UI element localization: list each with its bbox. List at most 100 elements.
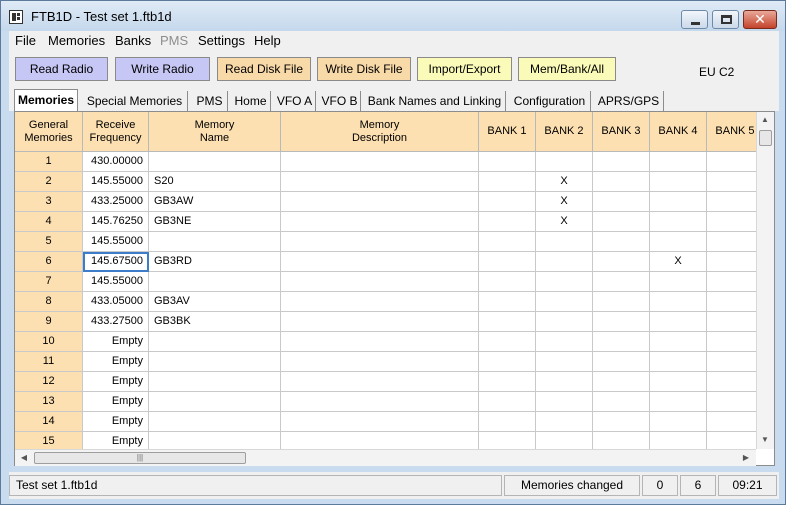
cell-bank-4[interactable]	[650, 372, 707, 392]
cell-bank-5[interactable]	[707, 152, 756, 172]
cell-memory-name[interactable]	[149, 372, 281, 392]
cell-memory-name[interactable]: GB3NE	[149, 212, 281, 232]
cell-bank-4[interactable]	[650, 352, 707, 372]
table-row[interactable]: 2 145.55000 S20 X	[15, 172, 756, 192]
header-bank-4[interactable]: BANK 4	[650, 112, 707, 152]
cell-memory-number[interactable]: 4	[15, 212, 83, 232]
vertical-scroll-thumb[interactable]	[759, 130, 772, 146]
header-memory-name[interactable]: Memory Name	[149, 112, 281, 152]
horizontal-scroll-thumb[interactable]: |||	[34, 452, 246, 464]
cell-bank-1[interactable]	[479, 312, 536, 332]
header-bank-1[interactable]: BANK 1	[479, 112, 536, 152]
cell-memory-number[interactable]: 2	[15, 172, 83, 192]
cell-bank-1[interactable]	[479, 372, 536, 392]
cell-bank-5[interactable]	[707, 272, 756, 292]
cell-receive-frequency[interactable]: 145.76250	[83, 212, 149, 232]
cell-memory-name[interactable]	[149, 272, 281, 292]
scroll-right-icon[interactable]: ▶	[738, 453, 754, 462]
mem-bank-all-button[interactable]: Mem/Bank/All	[518, 57, 616, 81]
cell-receive-frequency[interactable]: Empty	[83, 412, 149, 432]
cell-memory-number[interactable]: 15	[15, 432, 83, 449]
cell-bank-3[interactable]	[593, 212, 650, 232]
close-button[interactable]: ✕	[743, 10, 777, 29]
tab-memories[interactable]: Memories	[14, 89, 78, 111]
cell-bank-4[interactable]	[650, 312, 707, 332]
cell-bank-3[interactable]	[593, 272, 650, 292]
cell-memory-description[interactable]	[281, 332, 479, 352]
cell-bank-4[interactable]	[650, 152, 707, 172]
cell-receive-frequency[interactable]: 145.67500	[83, 252, 149, 272]
cell-receive-frequency[interactable]: 145.55000	[83, 232, 149, 252]
cell-bank-2[interactable]	[536, 432, 593, 449]
cell-memory-description[interactable]	[281, 252, 479, 272]
menu-banks[interactable]: Banks	[115, 33, 151, 48]
cell-memory-name[interactable]	[149, 152, 281, 172]
cell-bank-1[interactable]	[479, 152, 536, 172]
cell-bank-1[interactable]	[479, 272, 536, 292]
tab-vfo-b[interactable]: VFO B	[319, 91, 361, 111]
cell-memory-name[interactable]	[149, 232, 281, 252]
cell-bank-5[interactable]	[707, 192, 756, 212]
cell-bank-5[interactable]	[707, 312, 756, 332]
cell-bank-3[interactable]	[593, 372, 650, 392]
cell-bank-5[interactable]	[707, 432, 756, 449]
cell-bank-2[interactable]	[536, 232, 593, 252]
header-memory-description[interactable]: Memory Description	[281, 112, 479, 152]
cell-receive-frequency[interactable]: Empty	[83, 332, 149, 352]
vertical-scrollbar[interactable]: ▲ ▼	[756, 112, 774, 449]
tab-bank-names[interactable]: Bank Names and Linking	[364, 91, 506, 111]
cell-bank-5[interactable]	[707, 172, 756, 192]
cell-bank-3[interactable]	[593, 392, 650, 412]
cell-memory-name[interactable]: GB3AV	[149, 292, 281, 312]
cell-receive-frequency[interactable]: 145.55000	[83, 172, 149, 192]
cell-memory-number[interactable]: 8	[15, 292, 83, 312]
cell-memory-name[interactable]	[149, 352, 281, 372]
menu-file[interactable]: File	[15, 33, 36, 48]
header-bank-2[interactable]: BANK 2	[536, 112, 593, 152]
cell-bank-2[interactable]	[536, 252, 593, 272]
cell-memory-number[interactable]: 6	[15, 252, 83, 272]
cell-bank-4[interactable]	[650, 292, 707, 312]
table-row[interactable]: 15 Empty	[15, 432, 756, 449]
cell-bank-1[interactable]	[479, 212, 536, 232]
cell-bank-3[interactable]	[593, 352, 650, 372]
cell-memory-number[interactable]: 10	[15, 332, 83, 352]
cell-memory-name[interactable]	[149, 432, 281, 449]
table-row[interactable]: 8 433.05000 GB3AV	[15, 292, 756, 312]
cell-bank-4[interactable]	[650, 212, 707, 232]
cell-bank-1[interactable]	[479, 172, 536, 192]
table-row[interactable]: 6 145.67500 GB3RD X	[15, 252, 756, 272]
table-row[interactable]: 14 Empty	[15, 412, 756, 432]
cell-memory-name[interactable]: S20	[149, 172, 281, 192]
cell-bank-3[interactable]	[593, 252, 650, 272]
cell-bank-2[interactable]	[536, 352, 593, 372]
cell-memory-description[interactable]	[281, 292, 479, 312]
table-row[interactable]: 4 145.76250 GB3NE X	[15, 212, 756, 232]
table-row[interactable]: 10 Empty	[15, 332, 756, 352]
table-row[interactable]: 12 Empty	[15, 372, 756, 392]
cell-bank-3[interactable]	[593, 152, 650, 172]
minimize-button[interactable]	[681, 10, 708, 29]
write-radio-button[interactable]: Write Radio	[115, 57, 210, 81]
cell-bank-4[interactable]	[650, 412, 707, 432]
header-bank-3[interactable]: BANK 3	[593, 112, 650, 152]
cell-bank-5[interactable]	[707, 252, 756, 272]
cell-bank-1[interactable]	[479, 352, 536, 372]
cell-bank-2[interactable]: X	[536, 212, 593, 232]
cell-bank-3[interactable]	[593, 192, 650, 212]
cell-memory-name[interactable]	[149, 332, 281, 352]
cell-bank-4[interactable]: X	[650, 252, 707, 272]
tab-vfo-a[interactable]: VFO A	[274, 91, 316, 111]
cell-bank-2[interactable]	[536, 372, 593, 392]
cell-receive-frequency[interactable]: Empty	[83, 392, 149, 412]
cell-memory-number[interactable]: 7	[15, 272, 83, 292]
cell-memory-description[interactable]	[281, 412, 479, 432]
cell-bank-2[interactable]	[536, 332, 593, 352]
cell-memory-description[interactable]	[281, 392, 479, 412]
cell-bank-4[interactable]	[650, 392, 707, 412]
tab-special-memories[interactable]: Special Memories	[82, 91, 188, 111]
header-receive-frequency[interactable]: Receive Frequency	[83, 112, 149, 152]
cell-bank-2[interactable]	[536, 292, 593, 312]
cell-memory-description[interactable]	[281, 212, 479, 232]
cell-bank-1[interactable]	[479, 392, 536, 412]
